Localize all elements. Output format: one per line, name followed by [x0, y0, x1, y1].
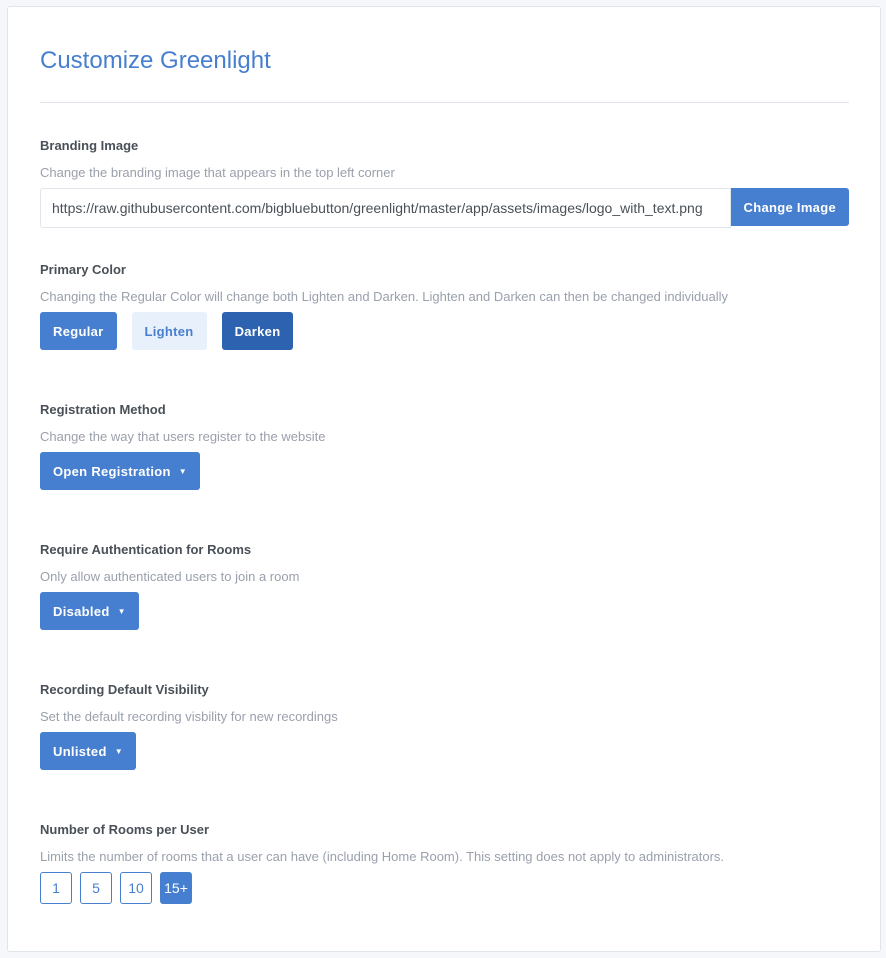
- branding-label: Branding Image: [40, 138, 139, 153]
- registration-section: Registration Method Change the way that …: [40, 402, 849, 490]
- rooms-label: Number of Rooms per User: [40, 822, 210, 837]
- darken-color-button[interactable]: Darken: [221, 312, 294, 350]
- page-title: Customize Greenlight: [40, 47, 271, 74]
- caret-down-icon: ▼: [117, 606, 126, 616]
- rooms-option-15plus[interactable]: 15+: [160, 872, 192, 904]
- branding-url-input[interactable]: https://raw.githubusercontent.com/bigblu…: [40, 188, 731, 228]
- registration-label: Registration Method: [40, 402, 166, 417]
- registration-value: Open Registration: [53, 463, 171, 479]
- rooms-option-10[interactable]: 10: [120, 872, 152, 904]
- registration-dropdown[interactable]: Open Registration ▼: [40, 452, 200, 490]
- primary-color-desc: Changing the Regular Color will change b…: [40, 289, 729, 304]
- auth-desc: Only allow authenticated users to join a…: [40, 569, 300, 584]
- rooms-option-5[interactable]: 5: [80, 872, 112, 904]
- rooms-option-1[interactable]: 1: [40, 872, 72, 904]
- rooms-desc: Limits the number of rooms that a user c…: [40, 849, 725, 864]
- regular-color-button[interactable]: Regular: [40, 312, 117, 350]
- caret-down-icon: ▼: [178, 466, 187, 476]
- registration-desc: Change the way that users register to th…: [40, 429, 326, 444]
- recording-value: Unlisted: [53, 743, 107, 759]
- change-image-button[interactable]: Change Image: [730, 188, 849, 226]
- primary-color-label: Primary Color: [40, 262, 126, 277]
- caret-down-icon: ▼: [114, 746, 123, 756]
- recording-dropdown[interactable]: Unlisted ▼: [40, 732, 136, 770]
- auth-label: Require Authentication for Rooms: [40, 542, 252, 557]
- customize-panel: Customize Greenlight Branding Image Chan…: [7, 6, 881, 952]
- primary-color-section: Primary Color Changing the Regular Color…: [40, 262, 849, 350]
- auth-section: Require Authentication for Rooms Only al…: [40, 542, 849, 630]
- auth-value: Disabled: [53, 603, 110, 619]
- recording-desc: Set the default recording visbility for …: [40, 709, 338, 724]
- divider: [40, 102, 849, 103]
- lighten-color-button[interactable]: Lighten: [131, 312, 207, 350]
- recording-label: Recording Default Visibility: [40, 682, 209, 697]
- recording-section: Recording Default Visibility Set the def…: [40, 682, 849, 770]
- rooms-section: Number of Rooms per User Limits the numb…: [40, 822, 849, 904]
- branding-desc: Change the branding image that appears i…: [40, 165, 395, 180]
- auth-dropdown[interactable]: Disabled ▼: [40, 592, 139, 630]
- branding-section: Branding Image Change the branding image…: [40, 138, 849, 228]
